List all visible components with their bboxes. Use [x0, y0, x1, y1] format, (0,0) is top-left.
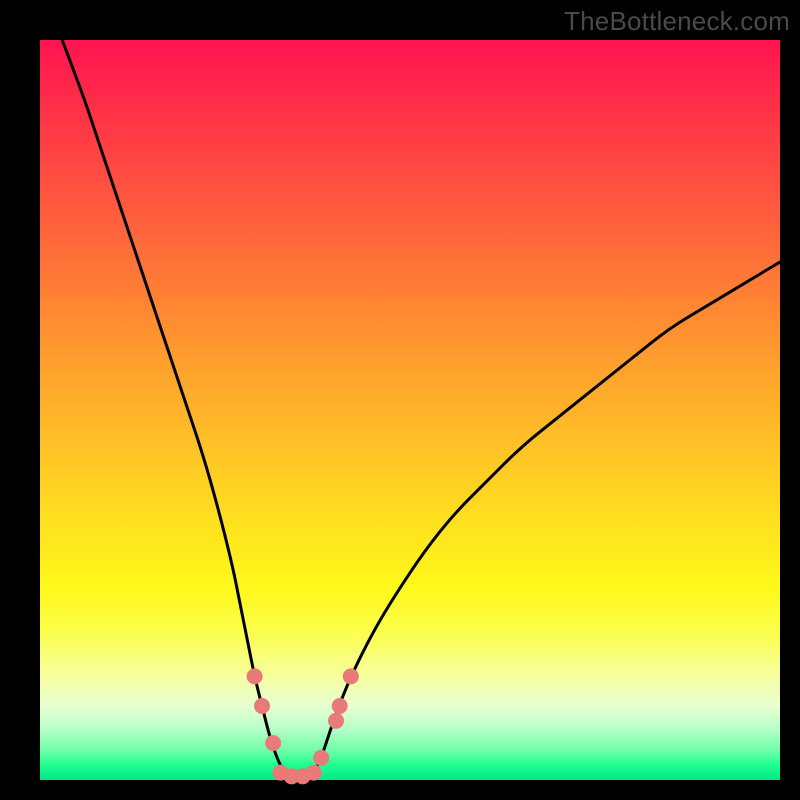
curve-group	[62, 40, 780, 780]
bottleneck-curve	[62, 40, 780, 780]
chart-frame: TheBottleneck.com	[0, 0, 800, 800]
curve-marker	[313, 750, 329, 766]
gradient-plot-area	[40, 40, 780, 780]
curve-marker	[332, 698, 348, 714]
curve-svg	[40, 40, 780, 780]
curve-marker	[328, 713, 344, 729]
curve-marker	[247, 668, 263, 684]
curve-marker	[343, 668, 359, 684]
curve-marker	[254, 698, 270, 714]
curve-marker	[306, 765, 322, 781]
marker-group	[247, 668, 359, 784]
watermark-text: TheBottleneck.com	[564, 6, 790, 37]
curve-marker	[265, 735, 281, 751]
